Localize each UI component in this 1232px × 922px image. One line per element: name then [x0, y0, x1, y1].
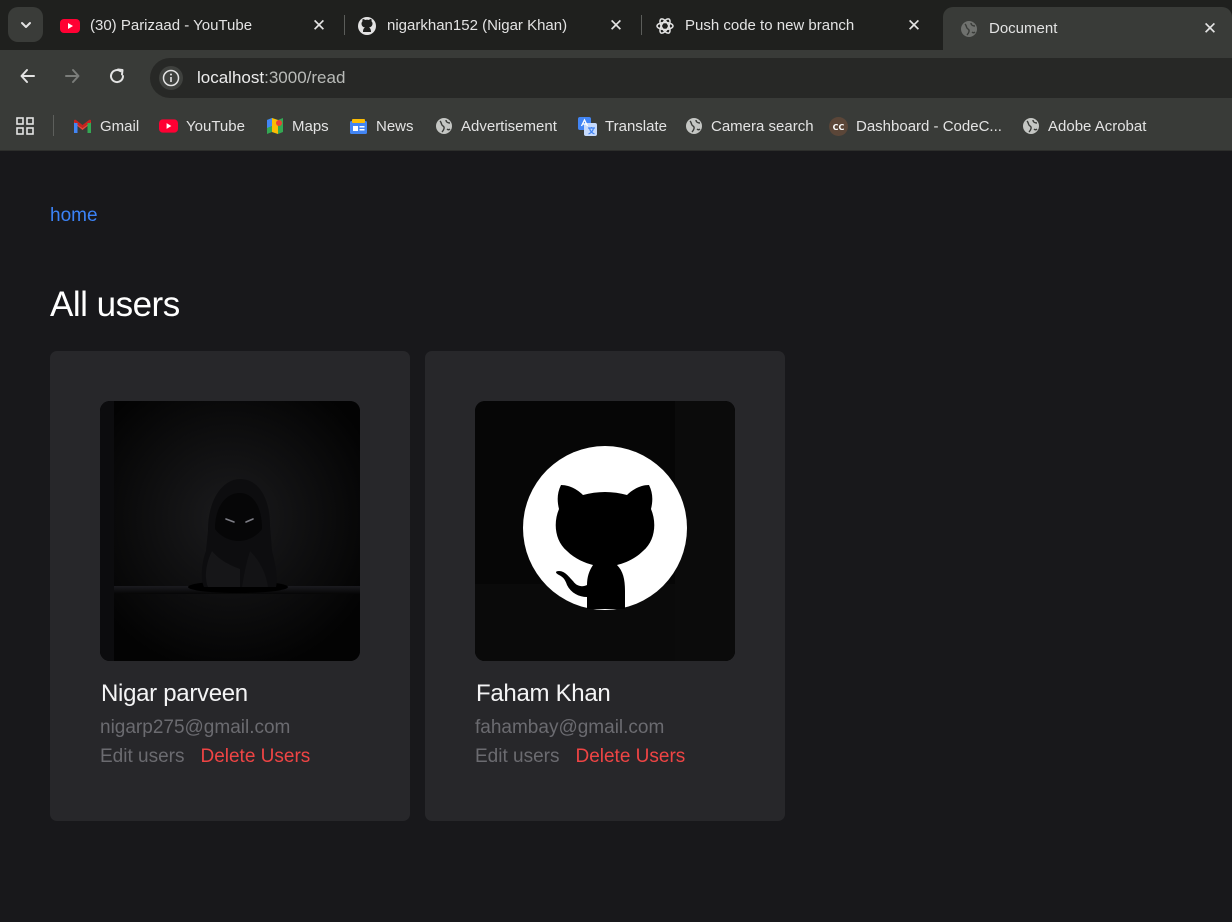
user-email: fahambay@gmail.com — [475, 717, 665, 738]
user-actions: Edit users Delete Users — [100, 746, 310, 768]
bookmark-translate[interactable]: Translate — [578, 114, 667, 138]
user-card: Faham Khan fahambay@gmail.com Edit users… — [425, 351, 785, 821]
bookmark-adobe-acrobat[interactable]: Adobe Acrobat — [1021, 114, 1146, 138]
tab-youtube[interactable]: (30) Parizaad - YouTube ✕ — [44, 7, 341, 44]
forward-button[interactable] — [59, 63, 85, 89]
url-path: :3000/read — [264, 68, 346, 87]
bookmark-label: Camera search — [711, 117, 814, 135]
reload-icon — [110, 68, 125, 84]
tab-title: nigarkhan152 (Nigar Khan) — [387, 17, 568, 34]
tab-title: Document — [989, 20, 1058, 37]
translate-icon — [578, 116, 597, 136]
reload-button[interactable] — [104, 63, 130, 89]
bookmark-news[interactable]: News — [349, 114, 414, 138]
arrow-left-icon — [20, 69, 35, 83]
codechef-icon: CC — [829, 116, 848, 136]
tab-title: Push code to new branch — [685, 17, 855, 34]
site-info-icon[interactable] — [159, 66, 183, 90]
tab-chatgpt[interactable]: Push code to new branch ✕ — [639, 7, 936, 44]
close-icon[interactable]: ✕ — [606, 16, 626, 36]
tab-document[interactable]: Document ✕ — [943, 7, 1232, 50]
arrow-right-icon — [65, 69, 80, 83]
close-icon[interactable]: ✕ — [1200, 19, 1220, 39]
bookmark-youtube[interactable]: YouTube — [159, 114, 245, 138]
bookmark-label: Adobe Acrobat — [1048, 117, 1147, 135]
user-avatar — [100, 401, 360, 661]
youtube-icon — [60, 16, 80, 36]
user-email: nigarp275@gmail.com — [100, 717, 291, 738]
news-icon — [349, 117, 368, 136]
close-icon[interactable]: ✕ — [309, 16, 329, 36]
youtube-icon — [159, 117, 178, 136]
bookmark-label: Gmail — [100, 117, 140, 135]
page-title: All users — [50, 285, 180, 324]
bookmark-gmail[interactable]: Gmail — [73, 114, 139, 138]
bookmark-maps[interactable]: Maps — [265, 114, 329, 138]
edit-user-link[interactable]: Edit users — [475, 746, 559, 768]
edit-user-link[interactable]: Edit users — [100, 746, 184, 768]
home-link[interactable]: home — [50, 205, 98, 227]
delete-user-link[interactable]: Delete Users — [200, 746, 310, 768]
user-avatar — [475, 401, 735, 661]
user-actions: Edit users Delete Users — [475, 746, 685, 768]
tab-strip: (30) Parizaad - YouTube ✕ nigarkhan152 (… — [0, 0, 1232, 50]
bookmark-label: Advertisement — [461, 117, 557, 135]
globe-icon — [434, 117, 453, 136]
bookmark-label: Maps — [292, 117, 329, 135]
close-icon[interactable]: ✕ — [904, 16, 924, 36]
bookmark-label: YouTube — [186, 117, 245, 135]
bookmark-advertisement[interactable]: Advertisement — [434, 114, 557, 138]
gmail-icon — [73, 117, 92, 136]
bookmark-label: Translate — [605, 117, 667, 135]
globe-icon — [1021, 117, 1040, 136]
user-name: Nigar parveen — [101, 680, 248, 707]
tab-title: (30) Parizaad - YouTube — [90, 17, 253, 34]
address-bar[interactable]: localhost:3000/read — [150, 58, 1232, 98]
bookmark-codechef[interactable]: CC Dashboard - CodeC... — [829, 114, 1002, 138]
apps-grid-icon[interactable] — [15, 116, 35, 136]
chatgpt-icon — [655, 16, 675, 36]
bookmarks-separator — [53, 115, 54, 136]
browser-toolbar: localhost:3000/read — [0, 50, 1232, 101]
url-host: localhost — [197, 68, 265, 87]
user-card: Nigar parveen nigarp275@gmail.com Edit u… — [50, 351, 410, 821]
maps-icon — [265, 117, 284, 136]
bookmark-camera-search[interactable]: Camera search — [684, 114, 814, 138]
codechef-badge-text: CC — [833, 123, 845, 132]
user-name: Faham Khan — [476, 680, 611, 707]
url-text: localhost:3000/read — [197, 68, 345, 88]
bookmark-label: News — [376, 117, 414, 135]
globe-icon — [959, 19, 979, 39]
tab-github[interactable]: nigarkhan152 (Nigar Khan) ✕ — [341, 7, 638, 44]
globe-icon — [684, 117, 703, 136]
bookmark-label: Dashboard - CodeC... — [856, 117, 1002, 135]
tab-search-button[interactable] — [8, 7, 43, 42]
github-icon — [357, 16, 377, 36]
delete-user-link[interactable]: Delete Users — [575, 746, 685, 768]
chevron-down-icon — [20, 21, 31, 28]
back-button[interactable] — [15, 63, 41, 89]
bookmarks-bar: Gmail YouTube Maps News Advertisement Tr… — [0, 101, 1232, 151]
